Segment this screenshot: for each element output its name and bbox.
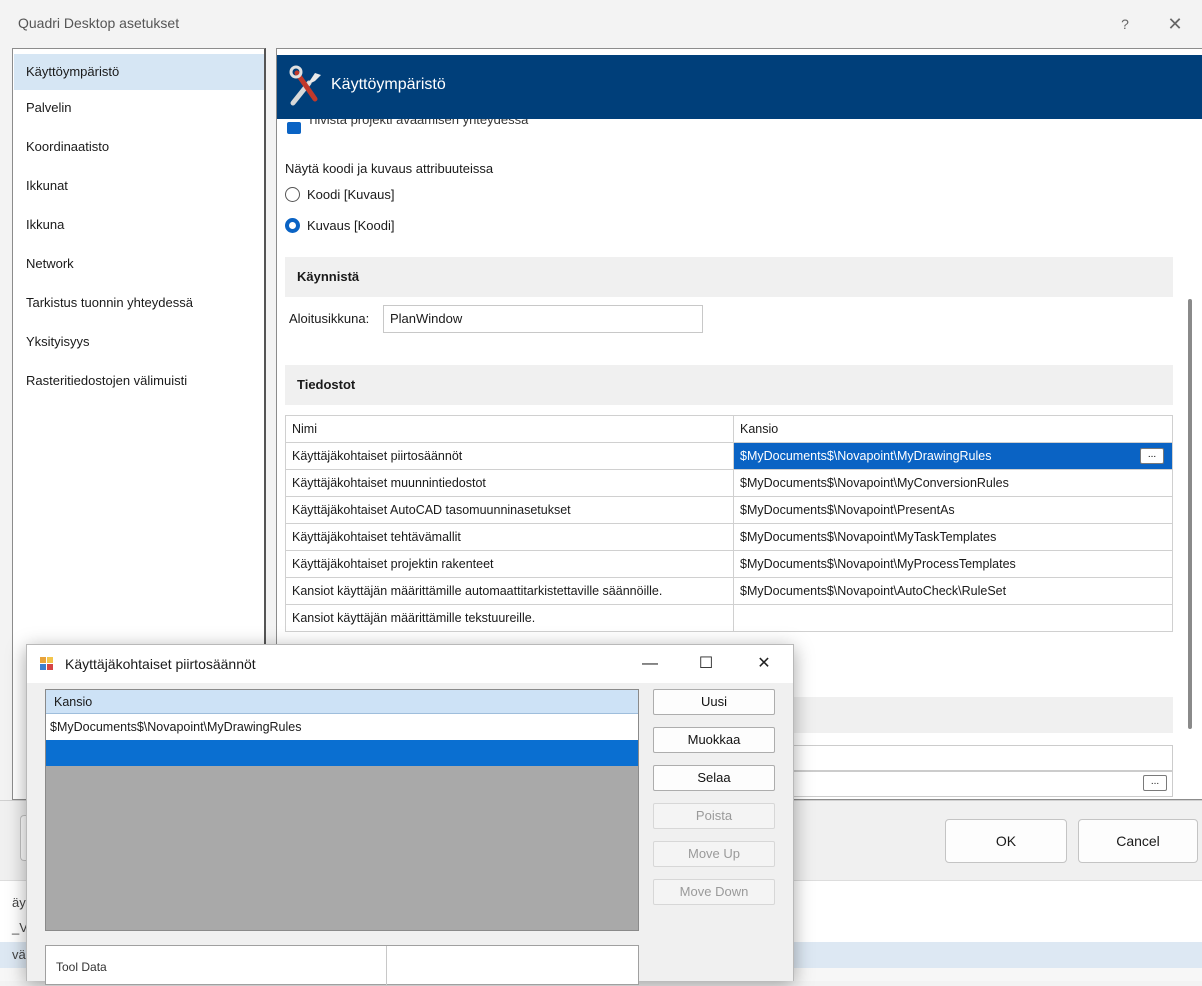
row-name: Käyttäjäkohtaiset projektin rakenteet [285, 550, 734, 578]
table-row[interactable]: Käyttäjäkohtaiset AutoCAD tasomuunninase… [285, 496, 1173, 524]
radio-code-description[interactable] [285, 187, 300, 202]
browse-ellipsis-button[interactable]: ... [1143, 775, 1167, 791]
nav-item-rasteri[interactable]: Rasteritiedostojen välimuisti [14, 363, 264, 399]
dialog-bottom-table: Tool Data [45, 945, 639, 986]
table-row[interactable]: Käyttäjäkohtaiset projektin rakenteet $M… [285, 550, 1173, 578]
bottom-table-cell: Tool Data [56, 960, 107, 974]
row-folder[interactable]: $MyDocuments$\Novapoint\MyProcessTemplat… [733, 550, 1173, 578]
row-name: Kansiot käyttäjän määrittämille automaat… [285, 577, 734, 605]
row-name: Käyttäjäkohtaiset muunnintiedostot [285, 469, 734, 497]
maximize-button[interactable]: ☐ [683, 649, 729, 679]
compress-checkbox-label: Tiivistä projekti avaamisen yhteydessä [307, 119, 529, 127]
row-folder[interactable]: $MyDocuments$\Novapoint\PresentAs [733, 496, 1173, 524]
start-section-header: Käynnistä [285, 257, 1173, 297]
nav-item-ikkunat[interactable]: Ikkunat [14, 168, 264, 204]
move-up-button[interactable]: Move Up [653, 841, 775, 867]
delete-button[interactable]: Poista [653, 803, 775, 829]
folder-list: Kansio $MyDocuments$\Novapoint\MyDrawing… [45, 689, 639, 931]
compress-checkbox[interactable] [287, 122, 301, 134]
background-text: vä [12, 947, 26, 962]
ok-button[interactable]: OK [945, 819, 1067, 863]
row-name: Käyttäjäkohtaiset AutoCAD tasomuunninase… [285, 496, 734, 524]
app-icon [40, 657, 53, 670]
table-row[interactable]: Kansiot käyttäjän määrittämille automaat… [285, 577, 1173, 605]
nav-item-palvelin[interactable]: Palvelin [14, 90, 264, 126]
row-folder[interactable]: $MyDocuments$\Novapoint\MyConversionRule… [733, 469, 1173, 497]
row-folder-selected[interactable]: $MyDocuments$\Novapoint\MyDrawingRules..… [733, 442, 1173, 470]
scrollbar-thumb[interactable] [1188, 299, 1192, 729]
files-section-header: Tiedostot [285, 365, 1173, 405]
close-button[interactable]: ✕ [1160, 10, 1190, 38]
cancel-button[interactable]: Cancel [1078, 819, 1198, 863]
content-header: Käyttöympäristö [277, 55, 1202, 119]
nav-item-ikkuna[interactable]: Ikkuna [14, 207, 264, 243]
new-button[interactable]: Uusi [653, 689, 775, 715]
browse-button[interactable]: Selaa [653, 765, 775, 791]
start-window-input[interactable]: PlanWindow [383, 305, 703, 333]
minimize-button[interactable]: — [627, 649, 673, 679]
table-row[interactable]: Kansiot käyttäjän määrittämille tekstuur… [285, 604, 1173, 632]
attribute-display-label: Näytä koodi ja kuvaus attribuuteissa [285, 161, 494, 176]
nav-item-network[interactable]: Network [14, 246, 264, 282]
table-row[interactable]: Käyttäjäkohtaiset tehtävämallit $MyDocum… [285, 523, 1173, 551]
row-name: Kansiot käyttäjän määrittämille tekstuur… [285, 604, 734, 632]
row-folder[interactable]: $MyDocuments$\Novapoint\AutoCheck\RuleSe… [733, 577, 1173, 605]
nav-item-tarkistus[interactable]: Tarkistus tuonnin yhteydessä [14, 285, 264, 321]
table-header-row: Nimi Kansio [285, 415, 1173, 443]
row-folder[interactable]: $MyDocuments$\Novapoint\MyTaskTemplates [733, 523, 1173, 551]
dialog-title: Käyttäjäkohtaiset piirtosäännöt [65, 656, 256, 672]
list-item-selected[interactable] [46, 740, 638, 766]
help-button[interactable]: ? [1110, 10, 1140, 38]
table-row[interactable]: Käyttäjäkohtaiset piirtosäännöt $MyDocum… [285, 442, 1173, 470]
nav-item-kayttoymparisto[interactable]: Käyttöympäristö [14, 54, 264, 90]
nav-item-yksityisyys[interactable]: Yksityisyys [14, 324, 264, 360]
edit-button[interactable]: Muokkaa [653, 727, 775, 753]
column-header-name: Nimi [285, 415, 734, 443]
list-item[interactable]: $MyDocuments$\Novapoint\MyDrawingRules [46, 714, 638, 740]
tools-icon [289, 65, 321, 106]
window-title: Quadri Desktop asetukset [18, 15, 180, 31]
radio-description-code[interactable] [285, 218, 300, 233]
section-title: Käyttöympäristö [331, 76, 446, 93]
row-folder-text: $MyDocuments$\Novapoint\MyDrawingRules [740, 449, 992, 463]
table-row[interactable]: Käyttäjäkohtaiset muunnintiedostot $MyDo… [285, 469, 1173, 497]
drawing-rules-dialog: Käyttäjäkohtaiset piirtosäännöt — ☐ ✕ Ka… [26, 644, 794, 986]
move-down-button[interactable]: Move Down [653, 879, 775, 905]
radio-description-code-label: Kuvaus [Koodi] [307, 218, 395, 233]
dialog-title-bar: Käyttäjäkohtaiset piirtosäännöt — ☐ ✕ [27, 645, 793, 683]
files-table: Nimi Kansio Käyttäjäkohtaiset piirtosään… [285, 415, 1173, 632]
browse-ellipsis-button[interactable]: ... [1140, 448, 1164, 464]
radio-code-description-label: Koodi [Kuvaus] [307, 187, 395, 202]
background-text: äy [12, 895, 26, 910]
nav-item-koordinaatisto[interactable]: Koordinaatisto [14, 129, 264, 165]
column-divider [386, 946, 387, 986]
start-window-label: Aloitusikkuna: [289, 311, 370, 326]
dialog-close-button[interactable]: ✕ [741, 649, 787, 679]
list-column-header[interactable]: Kansio [46, 690, 638, 714]
column-header-folder: Kansio [733, 415, 1173, 443]
title-bar: Quadri Desktop asetukset ? ✕ [0, 0, 1202, 48]
row-folder[interactable] [733, 604, 1173, 632]
row-name: Käyttäjäkohtaiset piirtosäännöt [285, 442, 734, 470]
row-name: Käyttäjäkohtaiset tehtävämallit [285, 523, 734, 551]
